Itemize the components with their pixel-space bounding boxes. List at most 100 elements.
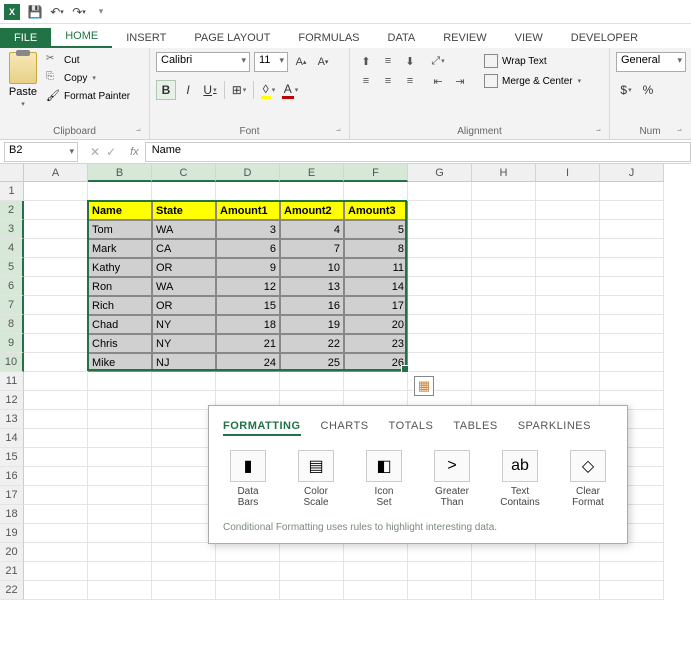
cell[interactable]: [24, 562, 88, 581]
cell[interactable]: Mike: [88, 353, 152, 372]
name-box[interactable]: B2: [4, 142, 78, 162]
cell[interactable]: [280, 581, 344, 600]
decrease-indent-button[interactable]: ⇤: [428, 72, 448, 90]
tab-data[interactable]: DATA: [374, 28, 430, 48]
row-header-4[interactable]: 4: [0, 239, 24, 258]
cell[interactable]: [24, 258, 88, 277]
formula-input[interactable]: Name: [145, 142, 691, 162]
row-header-8[interactable]: 8: [0, 315, 24, 334]
align-middle-button[interactable]: ≡: [378, 52, 398, 70]
cell[interactable]: [280, 543, 344, 562]
cell[interactable]: 23: [344, 334, 408, 353]
cell[interactable]: 20: [344, 315, 408, 334]
cell[interactable]: [472, 220, 536, 239]
tab-insert[interactable]: INSERT: [112, 28, 180, 48]
cell[interactable]: Amount1: [216, 201, 280, 220]
cell[interactable]: NY: [152, 334, 216, 353]
cell[interactable]: [24, 353, 88, 372]
cell[interactable]: 9: [216, 258, 280, 277]
cell[interactable]: [24, 467, 88, 486]
cell[interactable]: OR: [152, 296, 216, 315]
cell[interactable]: [344, 182, 408, 201]
cell[interactable]: Rich: [88, 296, 152, 315]
qa-tab-formatting[interactable]: FORMATTING: [223, 418, 301, 436]
cell[interactable]: [536, 220, 600, 239]
tab-review[interactable]: REVIEW: [429, 28, 500, 48]
select-all-corner[interactable]: [0, 164, 24, 182]
cell[interactable]: [536, 277, 600, 296]
row-header-18[interactable]: 18: [0, 505, 24, 524]
cell[interactable]: Amount2: [280, 201, 344, 220]
cell[interactable]: 12: [216, 277, 280, 296]
cell[interactable]: Kathy: [88, 258, 152, 277]
cell[interactable]: Tom: [88, 220, 152, 239]
row-header-12[interactable]: 12: [0, 391, 24, 410]
qa-item-greater[interactable]: >GreaterThan: [427, 450, 477, 508]
cell[interactable]: [600, 182, 664, 201]
cell[interactable]: [88, 505, 152, 524]
cell[interactable]: [536, 334, 600, 353]
cell[interactable]: [216, 562, 280, 581]
cell[interactable]: [600, 220, 664, 239]
cell[interactable]: [344, 543, 408, 562]
cell[interactable]: [24, 220, 88, 239]
cell[interactable]: [536, 372, 600, 391]
cell[interactable]: [408, 296, 472, 315]
cell[interactable]: [24, 524, 88, 543]
cell[interactable]: [152, 524, 216, 543]
row-header-19[interactable]: 19: [0, 524, 24, 543]
save-icon[interactable]: 💾: [28, 5, 42, 19]
qa-item-clear[interactable]: ◇ClearFormat: [563, 450, 613, 508]
cell[interactable]: [472, 581, 536, 600]
cell[interactable]: State: [152, 201, 216, 220]
fx-icon[interactable]: fx: [124, 146, 145, 158]
cell[interactable]: [600, 277, 664, 296]
qa-tab-tables[interactable]: TABLES: [453, 418, 497, 436]
qa-tab-totals[interactable]: TOTALS: [389, 418, 434, 436]
cell[interactable]: [472, 258, 536, 277]
cell[interactable]: [600, 562, 664, 581]
number-format-combo[interactable]: General: [616, 52, 686, 72]
row-header-14[interactable]: 14: [0, 429, 24, 448]
cell[interactable]: Amount3: [344, 201, 408, 220]
font-name-combo[interactable]: Calibri: [156, 52, 250, 72]
orientation-button[interactable]: ⤢: [428, 52, 448, 70]
cell[interactable]: [24, 182, 88, 201]
redo-icon[interactable]: ↷▾: [72, 5, 86, 19]
cell[interactable]: [152, 429, 216, 448]
borders-button[interactable]: ⊞: [229, 80, 249, 100]
cell[interactable]: [472, 182, 536, 201]
align-center-button[interactable]: ≡: [378, 72, 398, 90]
qa-item-icon[interactable]: ◧IconSet: [359, 450, 409, 508]
tab-home[interactable]: HOME: [51, 26, 112, 48]
cell[interactable]: [600, 296, 664, 315]
cell[interactable]: 21: [216, 334, 280, 353]
cell[interactable]: [408, 201, 472, 220]
row-header-2[interactable]: 2: [0, 201, 24, 220]
cell[interactable]: [24, 201, 88, 220]
cell[interactable]: [472, 543, 536, 562]
column-header-E[interactable]: E: [280, 164, 344, 182]
row-header-10[interactable]: 10: [0, 353, 24, 372]
tab-developer[interactable]: DEVELOPER: [557, 28, 652, 48]
qa-tab-charts[interactable]: CHARTS: [321, 418, 369, 436]
cell[interactable]: [536, 562, 600, 581]
cell[interactable]: [536, 315, 600, 334]
cell[interactable]: Name: [88, 201, 152, 220]
cell[interactable]: 18: [216, 315, 280, 334]
align-right-button[interactable]: ≡: [400, 72, 420, 90]
cell[interactable]: [24, 315, 88, 334]
cell[interactable]: [24, 334, 88, 353]
column-header-D[interactable]: D: [216, 164, 280, 182]
cell[interactable]: [24, 391, 88, 410]
cell[interactable]: 15: [216, 296, 280, 315]
cell[interactable]: [24, 505, 88, 524]
cell[interactable]: [88, 372, 152, 391]
cell[interactable]: [600, 334, 664, 353]
cell[interactable]: [24, 410, 88, 429]
qa-item-text[interactable]: abTextContains: [495, 450, 545, 508]
cell[interactable]: 16: [280, 296, 344, 315]
qa-tab-sparklines[interactable]: SPARKLINES: [518, 418, 591, 436]
increase-indent-button[interactable]: ⇥: [450, 72, 470, 90]
row-header-13[interactable]: 13: [0, 410, 24, 429]
